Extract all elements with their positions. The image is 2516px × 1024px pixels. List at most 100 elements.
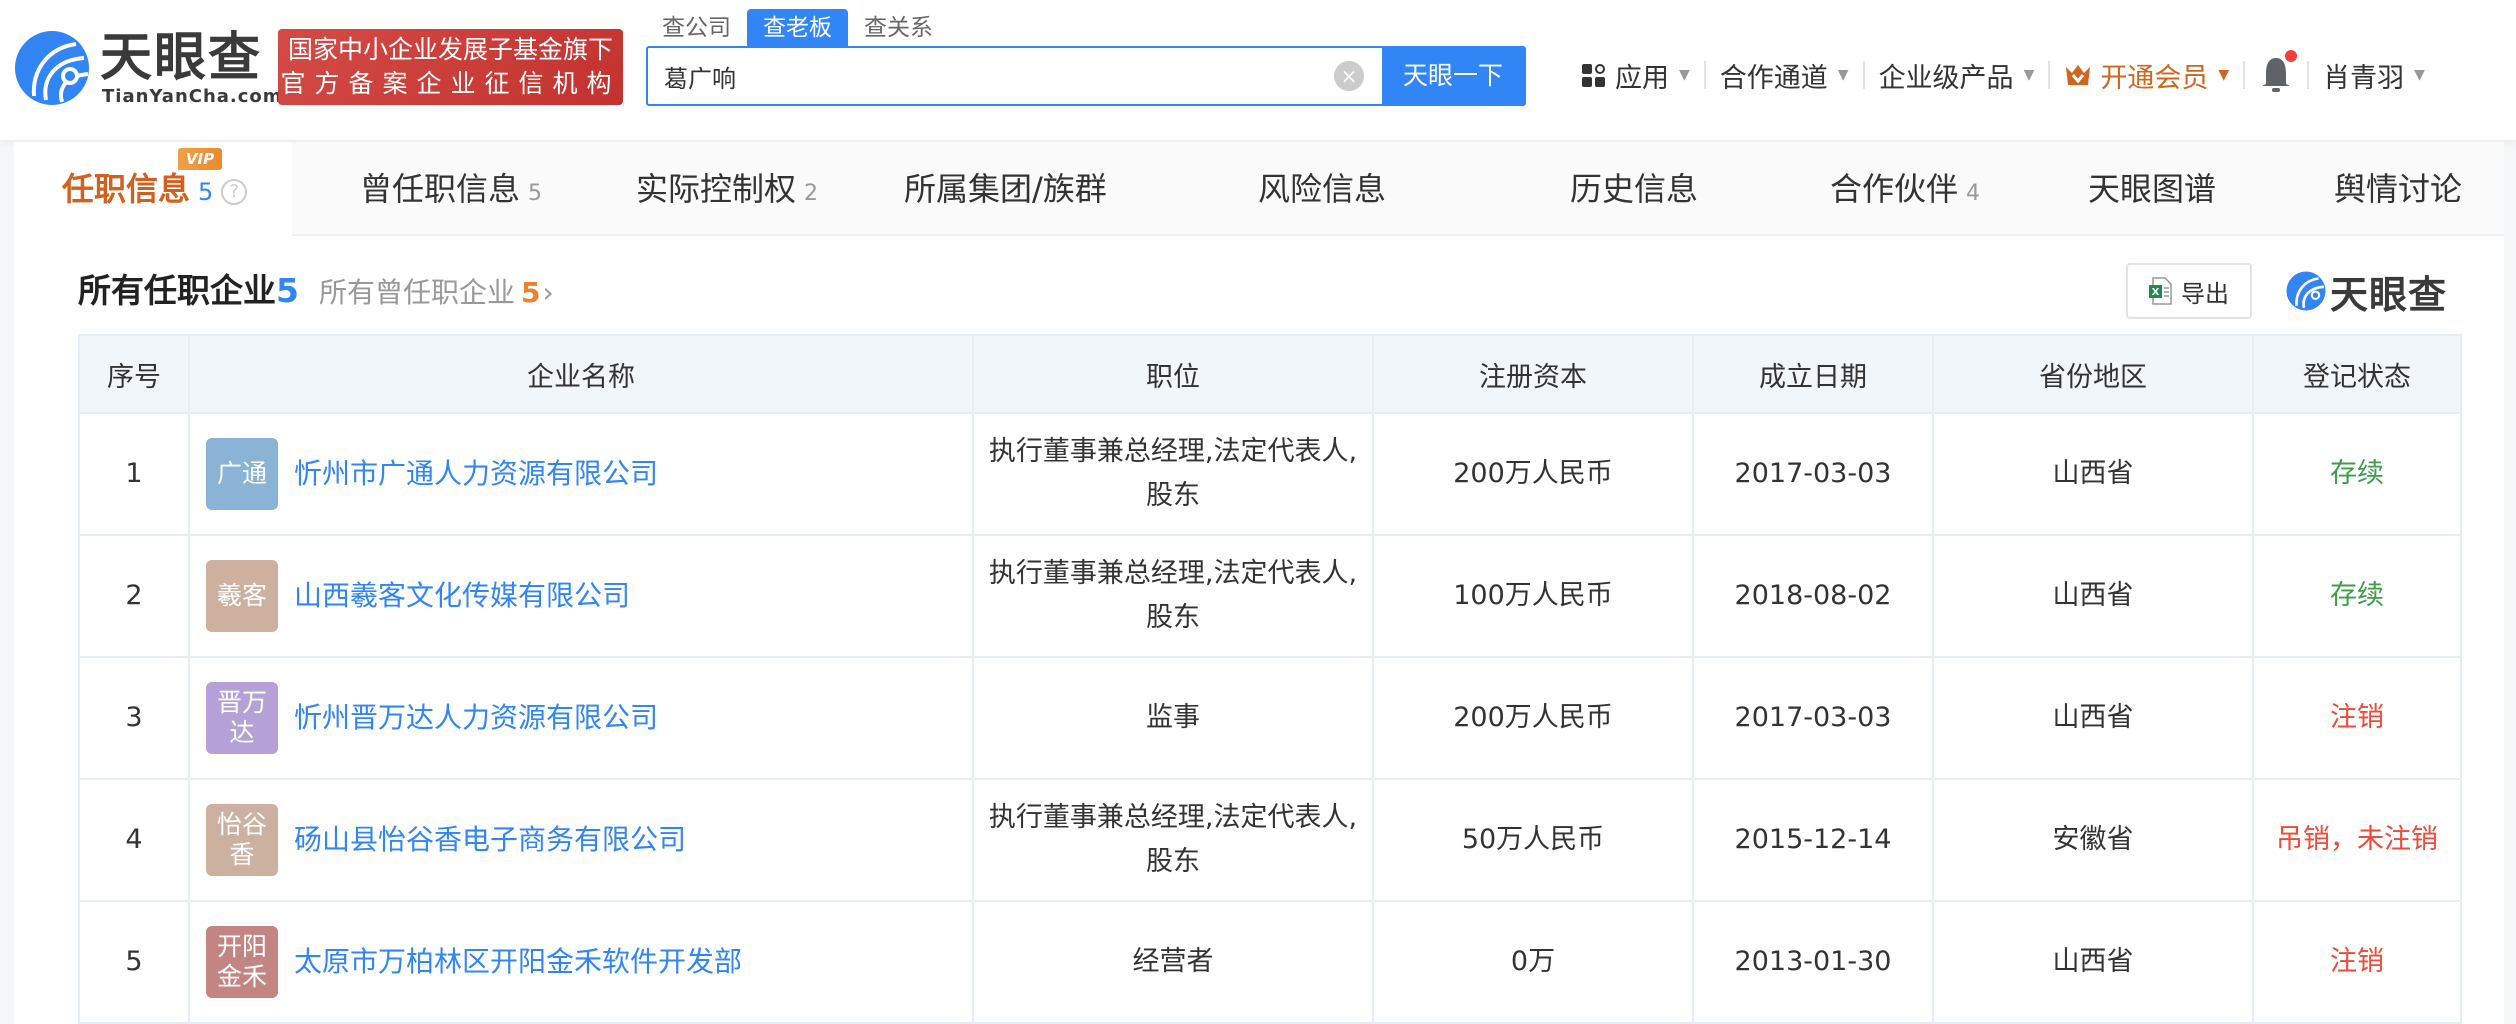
tab-group[interactable]: 所属集团/族群 <box>904 142 1107 236</box>
tab-current-positions[interactable]: VIP 任职信息 5? <box>14 142 292 238</box>
search-type-tabs: 查公司 查老板 查关系 <box>646 9 949 47</box>
tab-label: 合作伙伴 <box>1830 170 1959 208</box>
company-name-link[interactable]: 山西羲客文化传媒有限公司 <box>294 574 630 618</box>
tab-label: 舆情讨论 <box>2334 170 2463 208</box>
capital-cell: 200万人民币 <box>1372 412 1694 536</box>
caret-down-icon: ▼ <box>1679 67 1690 83</box>
col-header-index: 序号 <box>78 334 190 414</box>
status-cell: 注销 <box>2252 656 2462 780</box>
date-cell: 2018-08-02 <box>1692 534 1934 658</box>
company-avatar: 开阳金禾 <box>206 926 278 998</box>
chevron-right-icon: › <box>542 276 554 309</box>
status-cell: 存续 <box>2252 412 2462 536</box>
province-cell: 安徽省 <box>1932 778 2254 902</box>
row-index: 1 <box>78 412 190 536</box>
svg-text:X: X <box>2152 287 2160 298</box>
nav-vip[interactable]: 开通会员 ▼ <box>2064 56 2229 95</box>
status-cell: 吊销，未注销 <box>2252 778 2462 902</box>
tab-label: 历史信息 <box>1570 170 1699 208</box>
province-cell: 山西省 <box>1932 534 2254 658</box>
caret-down-icon: ▼ <box>2218 67 2230 83</box>
tab-count: 2 <box>804 181 819 206</box>
past-positions-link[interactable]: 所有曾任职企业 5› <box>319 271 554 311</box>
tab-graph[interactable]: 天眼图谱 <box>2088 142 2216 236</box>
tab-count: 4 <box>1966 181 1981 206</box>
bell-icon <box>2262 58 2291 92</box>
tab-label: 任职信息 <box>62 170 191 208</box>
position-cell: 执行董事兼总经理,法定代表人,股东 <box>972 412 1374 536</box>
help-icon[interactable]: ? <box>221 179 248 205</box>
search-tab-company[interactable]: 查公司 <box>646 9 747 47</box>
search-box: × 天眼一下 <box>646 46 1526 106</box>
province-cell: 山西省 <box>1932 656 2254 780</box>
company-cell: 开阳金禾 太原市万柏林区开阳金禾软件开发部 <box>188 900 974 1024</box>
table-row: 4 怡谷香 砀山县怡谷香电子商务有限公司 执行董事兼总经理,法定代表人,股东 5… <box>78 778 2462 902</box>
nav-enterprise-label: 企业级产品 <box>1878 62 2014 94</box>
export-button[interactable]: X 导出 <box>2126 263 2252 319</box>
crown-icon <box>2066 65 2091 85</box>
date-cell: 2017-03-03 <box>1692 412 1934 536</box>
company-name-link[interactable]: 砀山县怡谷香电子商务有限公司 <box>294 818 686 862</box>
section-header: 所有任职企业 5 所有曾任职企业 5› <box>78 264 554 314</box>
tab-risk[interactable]: 风险信息 <box>1258 142 1386 236</box>
logo-text-cn: 天眼查 <box>100 28 263 88</box>
excel-icon: X <box>2149 277 2172 305</box>
col-header-date: 成立日期 <box>1692 334 1934 414</box>
nav-apps-label: 应用 <box>1615 62 1669 94</box>
province-cell: 山西省 <box>1932 412 2254 536</box>
section-count: 5 <box>276 271 299 310</box>
watermark-text: 天眼查 <box>2330 272 2448 317</box>
tab-partners[interactable]: 合作伙伴 4 <box>1830 142 1980 236</box>
watermark-logo: 天眼查 <box>2286 266 2448 317</box>
nav-user[interactable]: 肖青羽 ▼ <box>2323 56 2425 95</box>
company-name-link[interactable]: 太原市万柏林区开阳金禾软件开发部 <box>294 940 742 984</box>
past-link-count: 5 <box>520 276 541 309</box>
tab-opinion[interactable]: 舆情讨论 <box>2334 142 2462 236</box>
user-name: 肖青羽 <box>2323 62 2405 94</box>
row-index: 5 <box>78 900 190 1024</box>
tab-past-positions[interactable]: 曾任职信息 5 <box>360 142 542 236</box>
table-row: 3 晋万达 忻州晋万达人力资源有限公司 监事 200万人民币 2017-03-0… <box>78 656 2462 780</box>
nav-divider <box>2048 61 2051 89</box>
tianyancha-logo-icon <box>2286 271 2326 311</box>
nav-divider <box>1703 61 1706 89</box>
tab-label: 曾任职信息 <box>360 170 521 208</box>
nav-partner[interactable]: 合作通道 ▼ <box>1720 56 1849 95</box>
col-header-capital: 注册资本 <box>1372 334 1694 414</box>
nav-enterprise[interactable]: 企业级产品 ▼ <box>1879 56 2035 95</box>
nav-divider <box>2307 61 2310 89</box>
company-name-link[interactable]: 忻州市广通人力资源有限公司 <box>294 452 658 496</box>
notification-bell[interactable] <box>2259 50 2298 94</box>
search-tab-relation[interactable]: 查关系 <box>848 9 949 47</box>
nav-divider <box>2243 61 2246 89</box>
search-tab-boss[interactable]: 查老板 <box>747 9 848 47</box>
table-row: 1 广通 忻州市广通人力资源有限公司 执行董事兼总经理,法定代表人,股东 200… <box>78 412 2462 536</box>
company-cell: 广通 忻州市广通人力资源有限公司 <box>188 412 974 536</box>
site-logo[interactable]: 天眼查 TianYanCha.com <box>14 28 282 110</box>
tab-label: 所属集团/族群 <box>904 170 1107 208</box>
date-cell: 2015-12-14 <box>1692 778 1934 902</box>
company-cell: 晋万达 忻州晋万达人力资源有限公司 <box>188 656 974 780</box>
clear-search-icon[interactable]: × <box>1334 61 1364 91</box>
date-cell: 2013-01-30 <box>1692 900 1934 1024</box>
status-cell: 存续 <box>2252 534 2462 658</box>
company-avatar: 羲客 <box>206 560 278 632</box>
slogan-line-1: 国家中小企业发展子基金旗下 <box>287 35 613 64</box>
tab-actual-control[interactable]: 实际控制权 2 <box>636 142 818 236</box>
col-header-province: 省份地区 <box>1932 334 2254 414</box>
caret-down-icon: ▼ <box>2023 67 2035 83</box>
col-header-position: 职位 <box>972 334 1374 414</box>
company-cell: 怡谷香 砀山县怡谷香电子商务有限公司 <box>188 778 974 902</box>
slogan-banner: 国家中小企业发展子基金旗下 官方备案企业征信机构 <box>278 29 623 105</box>
search-input[interactable] <box>648 48 1334 104</box>
nav-apps[interactable]: 应用 ▼ <box>1582 56 1690 95</box>
nav-vip-label: 开通会员 <box>2100 62 2209 94</box>
company-name-link[interactable]: 忻州晋万达人力资源有限公司 <box>294 696 658 740</box>
position-cell: 执行董事兼总经理,法定代表人,股东 <box>972 778 1374 902</box>
capital-cell: 200万人民币 <box>1372 656 1694 780</box>
table-row: 5 开阳金禾 太原市万柏林区开阳金禾软件开发部 经营者 0万 2013-01-3… <box>78 900 2462 1024</box>
tianyancha-logo-icon <box>15 31 89 105</box>
tab-history[interactable]: 历史信息 <box>1570 142 1698 236</box>
company-avatar: 广通 <box>206 438 278 510</box>
search-button[interactable]: 天眼一下 <box>1382 48 1524 104</box>
